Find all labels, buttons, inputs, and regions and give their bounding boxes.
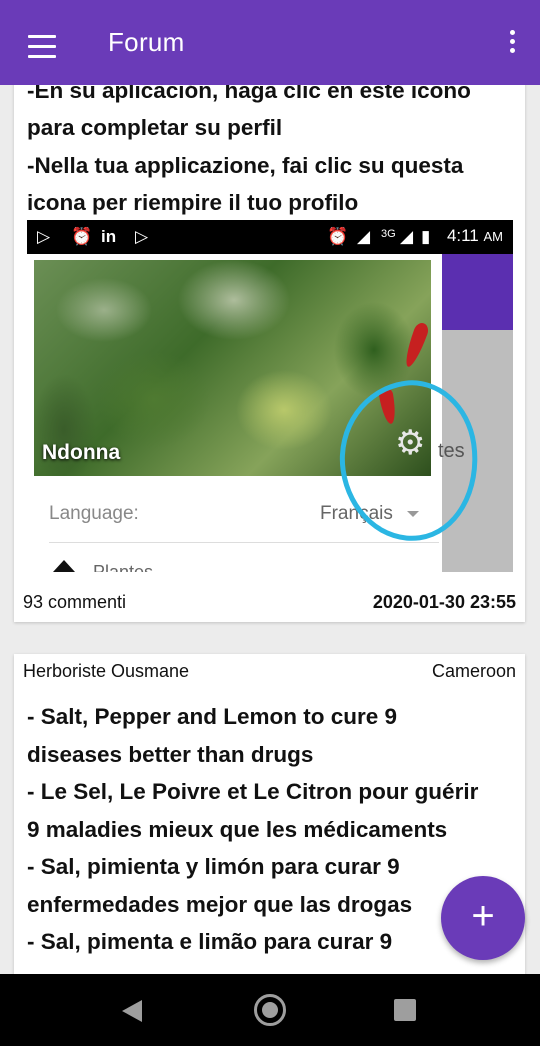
- post-line: diseases better than drugs: [27, 741, 314, 767]
- profile-name: Ndonna: [42, 441, 121, 464]
- signal-icon: ◢: [357, 227, 371, 246]
- alarm-icon: ⏰: [71, 227, 93, 246]
- post-line: - Sal, pimienta y limón para curar 9: [27, 854, 400, 879]
- embedded-toolbar: [442, 254, 513, 330]
- divider: [49, 542, 439, 543]
- recents-icon[interactable]: [394, 999, 416, 1021]
- post-card[interactable]: -En su aplicación, haga clic en este ico…: [14, 60, 525, 622]
- app-bar: Forum: [0, 0, 540, 85]
- post-image[interactable]: ▷ ⏰ in ▷ ⏰ ◢ 3G ◢ ▮ 4:11 AM Ndonna ⚙ tes…: [27, 220, 513, 572]
- post-line: para completar su perfil: [27, 115, 283, 140]
- post-author[interactable]: Herboriste Ousmane: [23, 661, 189, 682]
- plant-icon: [53, 560, 75, 572]
- signal-icon: ◢: [400, 227, 414, 246]
- post-line: -Nella tua applicazione, fai clic su que…: [27, 152, 464, 178]
- chili: [401, 320, 431, 370]
- play-icon: ▷: [37, 227, 51, 246]
- add-post-button[interactable]: +: [441, 876, 525, 960]
- comment-count[interactable]: 93 commenti: [23, 592, 126, 613]
- embedded-status-bar: ▷ ⏰ in ▷ ⏰ ◢ 3G ◢ ▮ 4:11 AM: [27, 220, 513, 254]
- back-icon[interactable]: [122, 1000, 142, 1022]
- alarm-icon: ⏰: [327, 227, 349, 246]
- status-time: 4:11 AM: [446, 226, 503, 245]
- play-store-icon: ▷: [135, 227, 149, 246]
- home-icon[interactable]: [254, 994, 286, 1026]
- post-line: icona per riempire il tuo profilo: [27, 190, 359, 215]
- post-country: Cameroon: [431, 661, 516, 681]
- more-vert-icon[interactable]: [506, 30, 518, 58]
- add-icon: +: [471, 894, 495, 938]
- language-label: Language:: [49, 503, 139, 524]
- system-nav-bar: [0, 974, 540, 1046]
- post-body: para completar su perfil -Nella tua appl…: [27, 109, 515, 222]
- menu-icon[interactable]: [22, 28, 62, 60]
- app-title: Forum: [108, 27, 185, 57]
- post-line: 9 maladies mieux que les médicaments: [27, 816, 448, 842]
- battery-icon: ▮: [421, 227, 431, 246]
- post-line: - Salt, Pepper and Lemon to cure 9: [27, 704, 398, 729]
- post-line: - Le Sel, Le Poivre et Le Citron pour gu…: [27, 779, 479, 804]
- row-label: Plantes: [93, 562, 154, 572]
- network-type: 3G: [381, 228, 396, 240]
- linkedin-icon: in: [101, 227, 117, 246]
- post-datetime: 2020-01-30 23:55: [372, 592, 516, 612]
